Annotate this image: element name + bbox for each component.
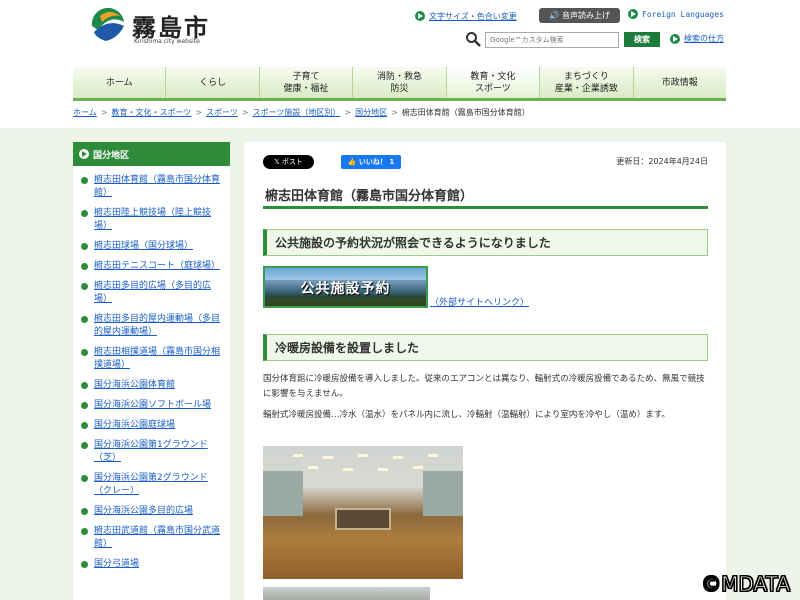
global-nav: ホーム くらし 子育て 健康・福祉 消防・救急 防災 教育・文化 スポーツ まち… (73, 67, 726, 101)
foreign-languages-link[interactable]: Foreign Languages (628, 9, 724, 19)
sidebar-item[interactable]: 椨志田武道館（霧島市国分武道館） (81, 525, 224, 551)
x-post-button[interactable]: 𝕏 ポスト (263, 155, 314, 169)
speaker-icon: 🔊 (549, 11, 559, 20)
bullet-icon (81, 475, 88, 482)
sidebar-item[interactable]: 椨志田多目的広場（多目的広場） (81, 280, 224, 306)
breadcrumb-link[interactable]: 教育・文化・スポーツ (111, 107, 191, 118)
sidebar-item[interactable]: 椨志田体育館（霧島市国分体育館） (81, 174, 224, 200)
reservation-banner-link[interactable]: 公共施設予約 （外部サイトへリンク） (263, 266, 529, 308)
paragraph-aircon-intro: 国分体育館に冷暖房設備を導入しました。従来のエアコンとは異なり、輻射式の冷暖房設… (263, 374, 705, 399)
sidebar-item[interactable]: 国分海浜公園第1グラウンド（芝） (81, 439, 224, 465)
bullet-icon (81, 243, 88, 250)
sidebar-item[interactable]: 国分海浜公園多目的広場 (81, 505, 224, 518)
search-howto-link[interactable]: 検索の仕方 (670, 33, 724, 44)
facebook-like-button[interactable]: 👍 いいね！ 1 (341, 155, 401, 169)
sidebar-item[interactable]: 国分海浜公園ソフトボール場 (81, 399, 224, 412)
breadcrumb-link[interactable]: 国分地区 (355, 107, 387, 118)
bullet-icon (81, 283, 88, 290)
bullet-icon (81, 316, 88, 323)
nav-fire-disaster[interactable]: 消防・救急 防災 (353, 67, 447, 98)
search-input[interactable] (485, 32, 619, 48)
nav-living[interactable]: くらし (166, 67, 260, 98)
breadcrumb-link[interactable]: スポーツ (206, 107, 238, 118)
kirishima-logo-icon (91, 8, 125, 43)
sidebar-item[interactable]: 国分海浜公園庭球場 (81, 419, 224, 432)
bullet-icon (81, 210, 88, 217)
sidebar-item[interactable]: 椨志田テニスコート（庭球場） (81, 260, 224, 273)
nav-childcare-health[interactable]: 子育て 健康・福祉 (260, 67, 354, 98)
site-header: 霧島市 Kirishima city website 文字サイズ・色合い変更 🔊… (0, 0, 800, 66)
gymnasium-interior-photo (263, 446, 463, 579)
bullet-icon (81, 561, 88, 568)
bullet-icon (81, 422, 88, 429)
nav-home[interactable]: ホーム (73, 67, 167, 98)
nav-town-industry[interactable]: まちづくり 産業・企業誘致 (540, 67, 634, 98)
search-icon (466, 32, 481, 47)
sidebar-item[interactable]: 椨志田多目的屋内運動場（多目的屋内運動場） (81, 313, 224, 339)
sidebar-item[interactable]: 国分弓道場 (81, 558, 224, 571)
section-heading-reservation: 公共施設の予約状況が照会できるようになりました (263, 229, 708, 256)
main-content: 𝕏 ポスト 👍 いいね！ 1 更新日：2024年4月24日 椨志田体育館（霧島市… (244, 142, 726, 600)
breadcrumb-link[interactable]: ホーム (73, 107, 97, 118)
breadcrumb-link[interactable]: スポーツ施設（地区別） (253, 107, 341, 118)
sidebar-item[interactable]: 国分海浜公園第2グラウンド（クレー） (81, 472, 224, 498)
voice-readout-button[interactable]: 🔊 音声読み上げ (539, 8, 620, 23)
bullet-icon (81, 508, 88, 515)
gymnasium-photo-2 (263, 587, 430, 600)
bullet-icon (81, 402, 88, 409)
updated-date: 更新日：2024年4月24日 (616, 157, 708, 166)
sidebar: 国分地区 椨志田体育館（霧島市国分体育館） 椨志田陸上競技場（陸上競技場） 椨志… (73, 142, 230, 600)
bullet-icon (81, 442, 88, 449)
bullet-icon (81, 382, 88, 389)
bullet-icon (81, 177, 88, 184)
page-title: 椨志田体育館（霧島市国分体育館） (263, 182, 708, 209)
sidebar-list: 椨志田体育館（霧島市国分体育館） 椨志田陸上競技場（陸上競技場） 椨志田球場（国… (73, 166, 230, 571)
font-color-link[interactable]: 文字サイズ・色合い変更 (415, 9, 517, 23)
arrow-right-icon (670, 33, 680, 44)
search-button[interactable]: 検索 (624, 32, 660, 47)
site-logo[interactable]: 霧島市 Kirishima city website (90, 8, 220, 50)
bullet-icon (81, 349, 88, 356)
nav-education-sports[interactable]: 教育・文化 スポーツ (446, 67, 541, 98)
copyright-watermark: ©MDATA (701, 572, 791, 597)
paragraph-aircon-detail: 輻射式冷暖房設備…冷水（温水）をパネル内に流し、冷輻射（温輻射）により室内を冷や… (263, 410, 670, 420)
external-site-link[interactable]: （外部サイトへリンク） (430, 295, 529, 308)
sidebar-heading: 国分地区 (73, 142, 230, 166)
sidebar-item[interactable]: 椨志田相撲道場（霧島市国分相撲道場） (81, 346, 224, 372)
bullet-icon (81, 263, 88, 270)
site-subtitle: Kirishima city website (134, 38, 200, 45)
breadcrumb-current: 椨志田体育館（霧島市国分体育館） (401, 108, 530, 117)
sidebar-item[interactable]: 椨志田陸上競技場（陸上競技場） (81, 207, 224, 233)
section-heading-aircon: 冷暖房設備を設置しました (263, 334, 708, 361)
breadcrumb: ホーム > 教育・文化・スポーツ > スポーツ > スポーツ施設（地区別） > 国分地区… (73, 107, 530, 118)
arrow-right-icon (79, 149, 89, 159)
nav-city-info[interactable]: 市政情報 (634, 67, 726, 98)
arrow-right-icon (628, 9, 638, 19)
reservation-banner[interactable]: 公共施設予約 (263, 266, 428, 308)
bullet-icon (81, 528, 88, 535)
sidebar-item[interactable]: 国分海浜公園体育館 (81, 379, 224, 392)
arrow-right-icon (415, 11, 425, 21)
social-buttons: 𝕏 ポスト 👍 いいね！ 1 (263, 155, 401, 169)
sidebar-item[interactable]: 椨志田球場（国分球場） (81, 240, 224, 253)
